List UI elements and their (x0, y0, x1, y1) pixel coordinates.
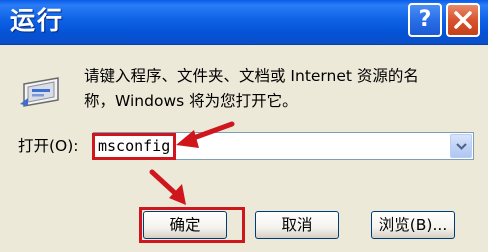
arrow-to-ok (149, 169, 186, 205)
run-dialog: 运行 ? 请键入程序、文件夹、文档或 Internet 资源的名 称，Windo… (0, 0, 488, 252)
arrow-to-input (176, 121, 235, 148)
annotation-arrows (149, 121, 235, 205)
